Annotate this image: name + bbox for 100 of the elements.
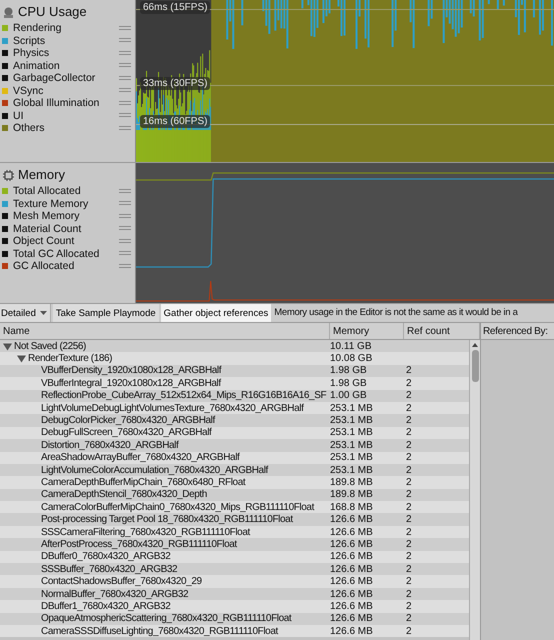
legend-label[interactable]: Mesh Memory: [13, 210, 119, 222]
drag-handle-icon[interactable]: [119, 226, 131, 232]
drag-handle-icon[interactable]: [119, 126, 131, 131]
name-cell: AfterPostProcess_7680x4320_RGB111110Float: [41, 538, 237, 550]
table-row[interactable]: RenderTexture (186) 10.08 GB: [0, 352, 469, 365]
ref-count-cell-text: 2: [405, 452, 413, 464]
ref-count-cell-text: 2: [405, 526, 413, 538]
drag-handle-icon[interactable]: [119, 38, 131, 44]
memory-cell-text: 126.6 MB: [330, 626, 374, 637]
legend-label[interactable]: Total GC Allocated: [13, 248, 119, 260]
table-row[interactable]: DebugFullScreen_7680x4320_ARGBHalf 253.1 MB 2: [0, 426, 469, 440]
legend-label[interactable]: Texture Memory: [13, 198, 119, 210]
table-row[interactable]: CameraDepthBufferMipChain_7680x6480_RFloat 189.8 MB 2: [0, 476, 469, 489]
table-row[interactable]: CameraDepthStencil_7680x4320_Depth 189.8 MB 2: [0, 488, 469, 502]
memory-cell-text: 253.1 MB: [330, 464, 374, 476]
memory-cell-text: 126.6 MB: [330, 551, 374, 562]
table-row[interactable]: DebugColorPicker_7680x4320_ARGBHalf 253.1 MB 2: [0, 414, 469, 427]
legend-label[interactable]: Global Illumination: [13, 97, 119, 110]
ref-count-cell-text: 2: [405, 538, 413, 550]
name-cell: DBuffer1_7680x4320_ARGB32: [41, 600, 170, 612]
caret-icon: [40, 311, 47, 315]
scrollbar[interactable]: [469, 340, 480, 640]
table-row[interactable]: Distortion_7680x4320_ARGBHalf 253.1 MB 2: [0, 439, 469, 452]
drag-handle-icon[interactable]: [119, 113, 131, 118]
drag-handle-icon[interactable]: [119, 188, 131, 194]
name-cell: DebugColorPicker_7680x4320_ARGBHalf: [41, 415, 215, 426]
toolbar-button[interactable]: Gather object references: [160, 304, 272, 322]
legend-label[interactable]: VSync: [13, 84, 119, 97]
scroll-thumb[interactable]: [472, 350, 478, 382]
toolbar-button[interactable]: Take Sample Playmode: [52, 304, 159, 322]
memory-cell-text: 253.1 MB: [330, 452, 374, 464]
legend-label[interactable]: Scripts: [13, 34, 119, 47]
memory-cell-text: 10.11 GB: [330, 340, 373, 352]
memory-cell-text: 189.8 MB: [330, 489, 374, 500]
drag-handle-icon[interactable]: [119, 264, 131, 269]
name-cell: SSSBuffer_7680x4320_ARGB32: [41, 564, 178, 575]
table-row[interactable]: AreaShadowArrayBuffer_7680x4320_ARGBHalf 253.1 MB 2: [0, 452, 469, 464]
drag-handle-icon[interactable]: [119, 76, 131, 81]
memory-cell-text: 253.1 MB: [330, 415, 374, 426]
drag-handle-icon[interactable]: [119, 26, 131, 31]
table-row[interactable]: Not Saved (2256) 10.11 GB: [0, 340, 469, 352]
table-row[interactable]: VBufferDensity_1920x1080x128_ARGBHalf 1.98 GB 2: [0, 364, 469, 378]
legend-label[interactable]: Physics: [13, 47, 119, 60]
column-header[interactable]: Memory: [330, 323, 404, 339]
legend-label[interactable]: Rendering: [13, 22, 119, 34]
status-message: Memory usage in the Editor is not the same as it would be in a: [273, 306, 518, 320]
table-row[interactable]: CameraSSSDiffuseLighting_7680x4320_RGB111110Float 126.6 MB 2: [0, 624, 469, 638]
table-row[interactable]: AfterPostProcess_7680x4320_RGB111110Float 126.6 MB 2: [0, 538, 469, 551]
legend-label[interactable]: Object Count: [13, 235, 119, 248]
name-cell: VBufferDensity_1920x1080x128_ARGBHalf: [41, 365, 222, 376]
drag-handle-icon[interactable]: [119, 63, 131, 68]
table-row[interactable]: ReflectionProbe_CubeArray_512x512x64_Mips_R16G16B16A16_SF 1.00 GB 2: [0, 390, 469, 402]
table-row[interactable]: SSSBuffer_7680x4320_ARGB32 126.6 MB 2: [0, 563, 469, 576]
table-row[interactable]: ContactShadowsBuffer_7680x4320_29 126.6 MB 2: [0, 575, 469, 588]
drag-handle-icon[interactable]: [119, 214, 131, 219]
drag-handle-icon[interactable]: [119, 88, 131, 94]
legend-label[interactable]: Others: [13, 122, 119, 134]
name-cell: ContactShadowsBuffer_7680x4320_29: [41, 576, 202, 588]
ref-count-cell-text: 2: [405, 626, 413, 637]
ref-count-cell-text: 2: [405, 440, 413, 451]
expand-arrow-icon[interactable]: [17, 354, 26, 364]
memory-cell-text: 126.6 MB: [330, 600, 374, 612]
table-row[interactable]: NormalBuffer_7680x4320_ARGB32 126.6 MB 2: [0, 588, 469, 600]
expand-arrow-icon[interactable]: [3, 342, 12, 351]
legend-label[interactable]: GC Allocated: [13, 260, 119, 272]
table-row[interactable]: Post-processing Target Pool 18_7680x4320_RGB111110Float 126.6 MB 2: [0, 513, 469, 526]
name-cell: AreaShadowArrayBuffer_7680x4320_ARGBHalf: [41, 452, 240, 464]
view-dropdown[interactable]: Detailed: [0, 304, 51, 322]
module-title: Memory: [18, 168, 65, 182]
legend-label[interactable]: Material Count: [13, 222, 119, 235]
legend-label[interactable]: Animation: [13, 60, 119, 72]
memory-cell-text: 189.8 MB: [330, 476, 374, 488]
table-row[interactable]: OpaqueAtmosphericScattering_7680x4320_RGB111110Float 126.6 MB 2: [0, 612, 469, 625]
name-cell: Post-processing Target Pool 18_7680x4320_RGB111110Float: [41, 514, 293, 526]
legend-label[interactable]: GarbageCollector: [13, 72, 119, 84]
ref-count-cell-text: 2: [405, 576, 413, 588]
scroll-up-arrow-icon[interactable]: [472, 343, 478, 347]
drag-handle-icon[interactable]: [119, 251, 131, 256]
legend-label[interactable]: Total Allocated: [13, 185, 119, 198]
table-row[interactable]: SSSCameraFiltering_7680x4320_RGB111110Float 126.6 MB 2: [0, 526, 469, 538]
drag-handle-icon[interactable]: [119, 50, 131, 56]
drag-handle-icon[interactable]: [119, 100, 131, 106]
table-row[interactable]: DBuffer0_7680x4320_ARGB32 126.6 MB 2: [0, 550, 469, 564]
ref-count-cell-text: 2: [405, 489, 413, 500]
drag-handle-icon[interactable]: [119, 201, 131, 206]
name-cell: CameraColorBufferMipChain0_7680x4320_Mips_RGB111110Float: [41, 502, 314, 513]
legend-label[interactable]: UI: [13, 110, 119, 122]
drag-handle-icon[interactable]: [119, 238, 131, 244]
table-row[interactable]: DBuffer1_7680x4320_ARGB32 126.6 MB 2: [0, 600, 469, 613]
ref-count-cell-text: 2: [405, 514, 413, 526]
name-cell: CameraSSSDiffuseLighting_7680x4320_RGB111110Float: [41, 626, 278, 637]
name-cell: LightVolumeColorAccumulation_7680x4320_ARGBHalf: [41, 464, 268, 476]
table-row[interactable]: CameraColorBufferMipChain0_7680x4320_Mips_RGB111110Float 168.8 MB 2: [0, 501, 469, 514]
memory-cell-text: 126.6 MB: [330, 538, 374, 550]
frame-time-label: 16ms (60FPS): [140, 115, 210, 128]
table-row[interactable]: LightVolumeDebugLightVolumesTexture_7680x4320_ARGBHalf 253.1 MB 2: [0, 402, 469, 414]
column-header[interactable]: Name: [0, 323, 330, 339]
frame-time-label: 66ms (15FPS): [140, 1, 210, 14]
table-row[interactable]: LightVolumeColorAccumulation_7680x4320_ARGBHalf 253.1 MB 2: [0, 464, 469, 476]
table-row[interactable]: VBufferIntegral_1920x1080x128_ARGBHalf 1.98 GB 2: [0, 377, 469, 390]
